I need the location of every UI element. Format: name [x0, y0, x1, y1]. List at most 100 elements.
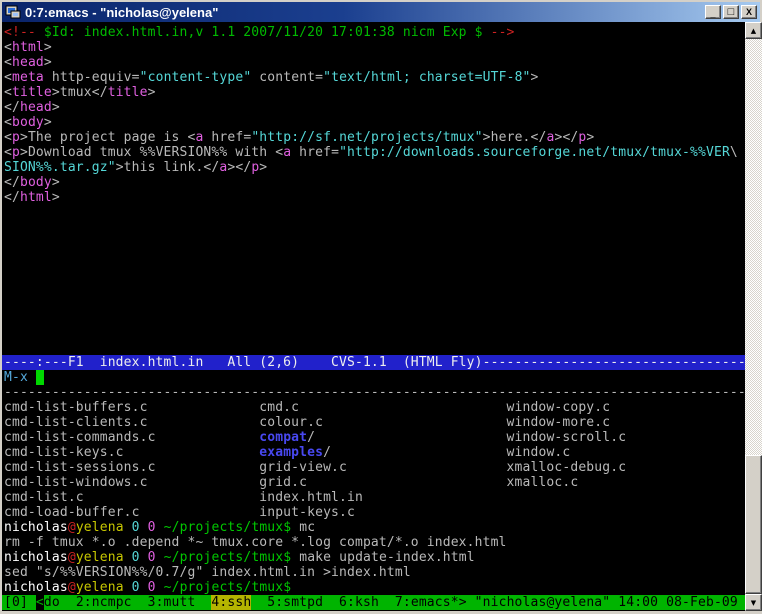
maximize-button[interactable]: □	[723, 5, 739, 19]
text-segment: 0	[148, 580, 156, 595]
text-segment: >	[44, 115, 52, 130]
text-segment: "content-type"	[140, 70, 252, 85]
scroll-up-button[interactable]: ▲	[745, 22, 762, 39]
text-segment	[156, 550, 164, 565]
terminal-row: cmd-list-clients.c colour.c window-more.…	[4, 415, 745, 430]
terminal-row: <title>tmux</title>	[4, 85, 745, 100]
text-segment: >this link.</	[116, 160, 220, 175]
text-segment	[124, 520, 132, 535]
text-segment: ~/projects/tmux$	[164, 520, 292, 535]
shell-prompt-row: nicholas@yelena 0 0 ~/projects/tmux$	[4, 580, 745, 595]
text-segment: 5:smtpd 6:ksh 7:emacs*> "nicholas@yelena…	[251, 595, 738, 610]
text-segment: "http://sf.net/projects/tmux"	[251, 130, 482, 145]
terminal-row: cmd-list-sessions.c grid-view.c xmalloc-…	[4, 460, 745, 475]
terminal-row: cmd-list-buffers.c cmd.c window-copy.c	[4, 400, 745, 415]
maximize-icon: □	[728, 7, 735, 18]
putty-icon[interactable]	[5, 4, 21, 20]
text-segment: ></	[227, 160, 251, 175]
text-segment: 0	[148, 550, 156, 565]
text-segment: cmd-list-clients.c colour.c window-more.…	[4, 415, 610, 430]
text-segment: p	[12, 130, 20, 145]
text-segment: cmd-load-buffer.c input-keys.c	[4, 505, 355, 520]
text-segment	[124, 580, 132, 595]
terminal-row	[4, 280, 745, 295]
minimize-button[interactable]: _	[705, 5, 721, 19]
putty-window: 0:7:emacs - "nicholas@yelena" _ □ X <!--…	[0, 0, 762, 614]
terminal-row: <head>	[4, 55, 745, 70]
text-segment: rm -f tmux *.o .depend *~ tmux.core *.lo…	[4, 535, 507, 550]
terminal-row: cmd-list.c index.html.in	[4, 490, 745, 505]
text-segment: \	[730, 145, 738, 160]
text-segment: p	[12, 145, 20, 160]
text-segment: </	[4, 175, 20, 190]
text-segment: <	[4, 70, 12, 85]
terminal-row: <body>	[4, 115, 745, 130]
text-segment: ----:---F1 index.html.in All (2,6) CVS-1…	[4, 355, 745, 370]
terminal-row	[4, 265, 745, 280]
text-segment: >	[52, 175, 60, 190]
text-segment: SION%%.tar.gz"	[4, 160, 116, 175]
text-segment: head	[12, 55, 44, 70]
text-segment: content=	[251, 70, 323, 85]
text-segment: / window.c	[323, 445, 570, 460]
text-segment: -->	[483, 25, 515, 40]
text-segment: cmd-list.c index.html.in	[4, 490, 363, 505]
text-segment: 0	[132, 550, 140, 565]
text-segment: cmd-list-windows.c grid.c xmalloc.c	[4, 475, 578, 490]
scroll-down-button[interactable]: ▼	[745, 594, 762, 611]
text-segment: mc	[291, 520, 315, 535]
text-segment	[36, 370, 44, 385]
text-segment: <	[4, 130, 12, 145]
text-segment: >	[52, 100, 60, 115]
text-segment: cmd-list-sessions.c grid-view.c xmalloc-…	[4, 460, 626, 475]
text-segment: $Id: index.html.in,v 1.1 2007/11/20 17:0…	[44, 25, 483, 40]
text-segment: ></	[554, 130, 578, 145]
text-segment: >	[52, 190, 60, 205]
terminal-row: <meta http-equiv="content-type" content=…	[4, 70, 745, 85]
text-segment: <!--	[4, 25, 44, 40]
arrow-down-icon: ▼	[751, 599, 756, 607]
text-segment: make update-index.html	[291, 550, 474, 565]
shell-prompt-row: nicholas@yelena 0 0 ~/projects/tmux$ mc	[4, 520, 745, 535]
tmux-status-bar: [0] <do 2:ncmpc 3:mutt 4:ssh 5:smtpd 6:k…	[2, 595, 745, 610]
text-segment	[156, 520, 164, 535]
text-segment: <	[4, 55, 12, 70]
text-segment: cmd-list-buffers.c cmd.c window-copy.c	[4, 400, 610, 415]
text-segment: compat	[259, 430, 307, 445]
scrollbar[interactable]: ▲ ▼	[745, 22, 762, 611]
text-segment: head	[20, 100, 52, 115]
terminal-row: </body>	[4, 175, 745, 190]
close-button[interactable]: X	[741, 5, 757, 19]
terminal-row: SION%%.tar.gz">this link.</a></p>	[4, 160, 745, 175]
terminal-screen[interactable]: <!-- $Id: index.html.in,v 1.1 2007/11/20…	[2, 22, 745, 611]
text-segment: do 2:ncmpc 3:mutt	[44, 595, 212, 610]
text-segment: yelena	[76, 580, 124, 595]
title-bar[interactable]: 0:7:emacs - "nicholas@yelena" _ □ X	[2, 2, 760, 22]
text-segment: 4:ssh	[211, 595, 251, 610]
text-segment: >	[259, 160, 267, 175]
terminal-row: </head>	[4, 100, 745, 115]
text-segment: [0]	[4, 595, 36, 610]
text-segment: 0	[132, 580, 140, 595]
text-segment: @	[68, 520, 76, 535]
text-segment: nicholas	[4, 580, 68, 595]
text-segment: >	[44, 55, 52, 70]
text-segment: @	[68, 550, 76, 565]
terminal-row: <html>	[4, 40, 745, 55]
text-segment: title	[12, 85, 52, 100]
text-segment: sed "s/%%VERSION%%/0.7/g" index.html.in …	[4, 565, 411, 580]
text-segment: >The project page is <	[20, 130, 196, 145]
text-segment: "http://downloads.sourceforge.net/tmux/t…	[339, 145, 730, 160]
text-segment: cmd-list-commands.c	[4, 430, 259, 445]
text-segment: @	[68, 580, 76, 595]
text-segment: <	[4, 85, 12, 100]
text-segment: <	[4, 115, 12, 130]
text-segment: ----------------------------------------…	[4, 385, 745, 400]
text-segment: href=	[203, 130, 251, 145]
terminal-row	[4, 340, 745, 355]
text-segment: M-x	[4, 370, 36, 385]
scrollbar-thumb[interactable]	[745, 455, 762, 594]
text-segment: href=	[291, 145, 339, 160]
terminal-row	[4, 220, 745, 235]
terminal-row: <p>Download tmux %%VERSION%% with <a hre…	[4, 145, 745, 160]
